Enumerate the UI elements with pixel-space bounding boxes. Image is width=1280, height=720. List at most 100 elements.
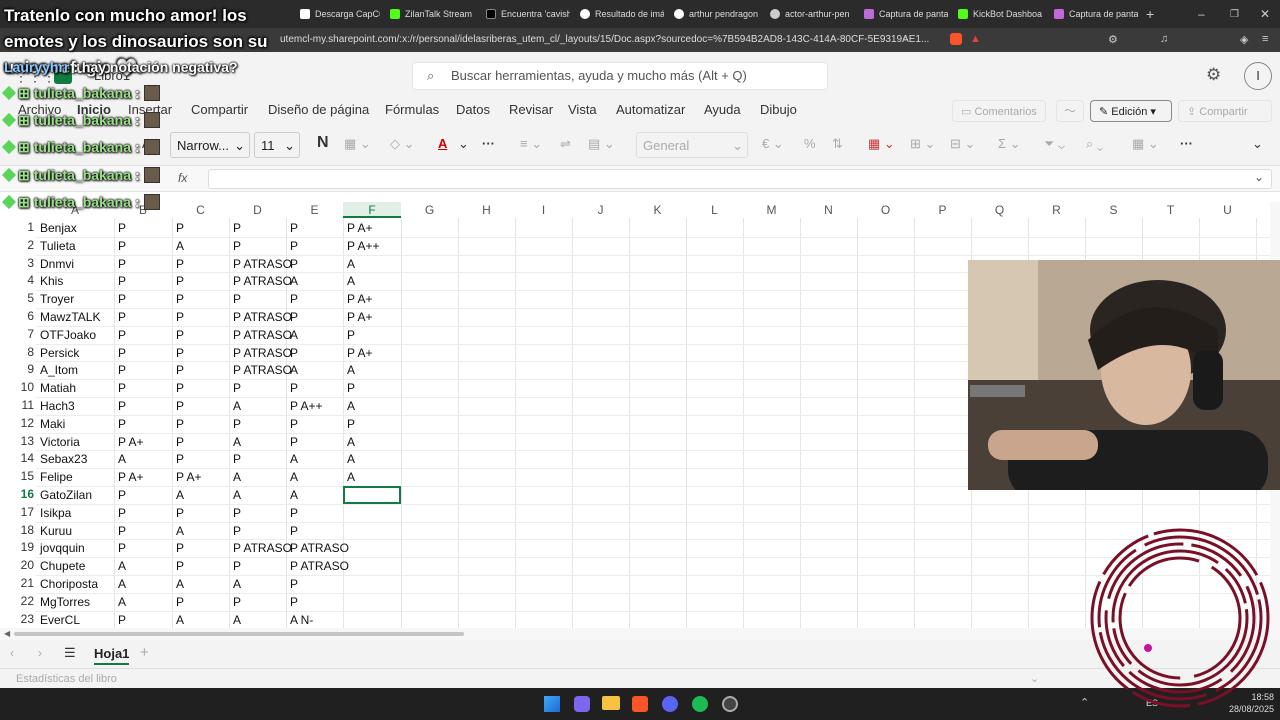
menu-revisar[interactable]: Revisar xyxy=(509,102,553,117)
percent-icon[interactable]: % xyxy=(804,136,816,151)
table-cell[interactable]: P xyxy=(290,257,298,271)
browser-tab[interactable]: actor-arthur-pen xyxy=(770,4,854,24)
table-cell[interactable]: A xyxy=(233,577,241,591)
table-cell[interactable]: P xyxy=(176,274,184,288)
table-cell[interactable]: P xyxy=(176,541,184,555)
row-header[interactable]: 19 xyxy=(0,540,36,554)
menu-ayuda[interactable]: Ayuda xyxy=(704,102,741,117)
more-ribbon-icon[interactable]: ··· xyxy=(1180,136,1193,151)
decimal-icon[interactable]: ⇅ xyxy=(832,136,843,152)
menu-datos[interactable]: Datos xyxy=(456,102,490,117)
conditional-format-icon[interactable]: ▦ ⌄ xyxy=(868,136,895,152)
row-header[interactable]: 3 xyxy=(0,256,36,270)
row-header[interactable]: 21 xyxy=(0,576,36,590)
spotify-icon[interactable] xyxy=(692,696,708,712)
table-cell[interactable]: A xyxy=(233,435,241,449)
table-cell[interactable]: A xyxy=(233,470,241,484)
table-cell[interactable]: MgTorres xyxy=(40,595,90,609)
table-cell[interactable]: P xyxy=(176,346,184,360)
share-button[interactable]: ⇪ Compartir xyxy=(1178,100,1272,122)
table-cell[interactable]: P xyxy=(233,292,241,306)
table-cell[interactable]: Hach3 xyxy=(40,399,75,413)
column-header-q[interactable]: Q xyxy=(971,202,1028,218)
table-cell[interactable]: A xyxy=(176,524,184,538)
table-cell[interactable]: P xyxy=(233,239,241,253)
table-cell[interactable]: Troyer xyxy=(40,292,74,306)
table-cell[interactable]: A xyxy=(347,363,355,377)
minimize-button[interactable]: – xyxy=(1198,4,1205,24)
table-cell[interactable]: Chupete xyxy=(40,559,85,573)
file-explorer-icon[interactable] xyxy=(602,696,620,710)
table-cell[interactable]: A xyxy=(347,435,355,449)
table-cell[interactable]: P ATRASO xyxy=(233,541,292,555)
browser-tab[interactable]: Captura de panta xyxy=(1054,4,1138,24)
table-cell[interactable]: Benjax xyxy=(40,221,77,235)
row-header[interactable]: 22 xyxy=(0,594,36,608)
menu-dibujo[interactable]: Dibujo xyxy=(760,102,797,117)
find-icon[interactable]: ⌕ ⌄ xyxy=(1086,136,1103,152)
table-cell[interactable]: P xyxy=(118,274,126,288)
row-header[interactable]: 10 xyxy=(0,380,36,394)
table-cell[interactable]: P ATRASO xyxy=(290,541,349,555)
table-cell[interactable]: A xyxy=(176,488,184,502)
table-cell[interactable]: P xyxy=(176,310,184,324)
sort-filter-icon[interactable]: ⏷ ⌄ xyxy=(1044,136,1065,152)
obs-icon[interactable] xyxy=(722,696,738,712)
catch-up-icon[interactable]: 〜 xyxy=(1056,100,1084,122)
table-cell[interactable]: jovqquin xyxy=(40,541,85,555)
table-cell[interactable]: A xyxy=(118,452,126,466)
table-cell[interactable]: Maki xyxy=(40,417,65,431)
browser-tab[interactable]: Resultado de imá xyxy=(580,4,664,24)
zoom-icon[interactable]: ⌕ xyxy=(902,33,908,46)
row-header[interactable]: 17 xyxy=(0,505,36,519)
table-cell[interactable]: P A++ xyxy=(290,399,322,413)
table-cell[interactable]: P xyxy=(347,417,355,431)
table-cell[interactable]: A xyxy=(290,488,298,502)
table-cell[interactable]: P xyxy=(176,435,184,449)
table-cell[interactable]: P xyxy=(118,417,126,431)
table-cell[interactable]: P ATRASO xyxy=(233,310,292,324)
table-cell[interactable]: P xyxy=(176,381,184,395)
table-cell[interactable]: P xyxy=(118,328,126,342)
table-cell[interactable]: P xyxy=(118,506,126,520)
table-cell[interactable]: P xyxy=(290,310,298,324)
table-cell[interactable]: Khis xyxy=(40,274,63,288)
menu-icon[interactable]: ≡ xyxy=(1262,33,1268,45)
table-cell[interactable]: P xyxy=(290,292,298,306)
row-header[interactable]: 23 xyxy=(0,612,36,626)
table-cell[interactable]: P xyxy=(118,488,126,502)
table-cell[interactable]: P A+ xyxy=(347,310,372,324)
number-format-select[interactable]: General ⌄ xyxy=(636,132,748,158)
search-input[interactable]: ⌕ Buscar herramientas, ayuda y mucho más… xyxy=(412,62,828,90)
table-cell[interactable]: A xyxy=(233,399,241,413)
column-header-p[interactable]: P xyxy=(914,202,971,218)
row-header[interactable]: 5 xyxy=(0,291,36,305)
table-cell[interactable]: A xyxy=(290,363,298,377)
all-sheets-icon[interactable]: ☰ xyxy=(64,645,76,661)
table-cell[interactable]: P xyxy=(290,381,298,395)
table-cell[interactable]: P xyxy=(290,417,298,431)
table-cell[interactable]: Sebax23 xyxy=(40,452,87,466)
table-cell[interactable]: P ATRASO xyxy=(233,257,292,271)
table-cell[interactable]: Matiah xyxy=(40,381,76,395)
row-header[interactable]: 7 xyxy=(0,327,36,341)
row-header[interactable]: 2 xyxy=(0,238,36,252)
add-sheet-icon[interactable]: + xyxy=(140,644,149,661)
next-sheet-icon[interactable]: › xyxy=(38,646,42,660)
prev-sheet-icon[interactable]: ‹ xyxy=(10,646,14,660)
table-cell[interactable]: P xyxy=(290,577,298,591)
table-cell[interactable]: A xyxy=(233,613,241,627)
table-cell[interactable]: P xyxy=(290,595,298,609)
close-window-button[interactable]: ✕ xyxy=(1260,4,1270,24)
table-cell[interactable]: P xyxy=(233,524,241,538)
table-cell[interactable]: P xyxy=(176,559,184,573)
table-cell[interactable]: P xyxy=(118,381,126,395)
table-cell[interactable]: Victoria xyxy=(40,435,80,449)
table-cell[interactable]: P xyxy=(233,417,241,431)
table-cell[interactable]: P A+ xyxy=(118,435,143,449)
table-cell[interactable]: P xyxy=(176,257,184,271)
table-cell[interactable]: Felipe xyxy=(40,470,73,484)
account-avatar[interactable]: I xyxy=(1244,62,1272,90)
expand-formula-icon[interactable]: ⌄ xyxy=(1254,170,1264,184)
table-cell[interactable]: P A+ xyxy=(347,221,372,235)
